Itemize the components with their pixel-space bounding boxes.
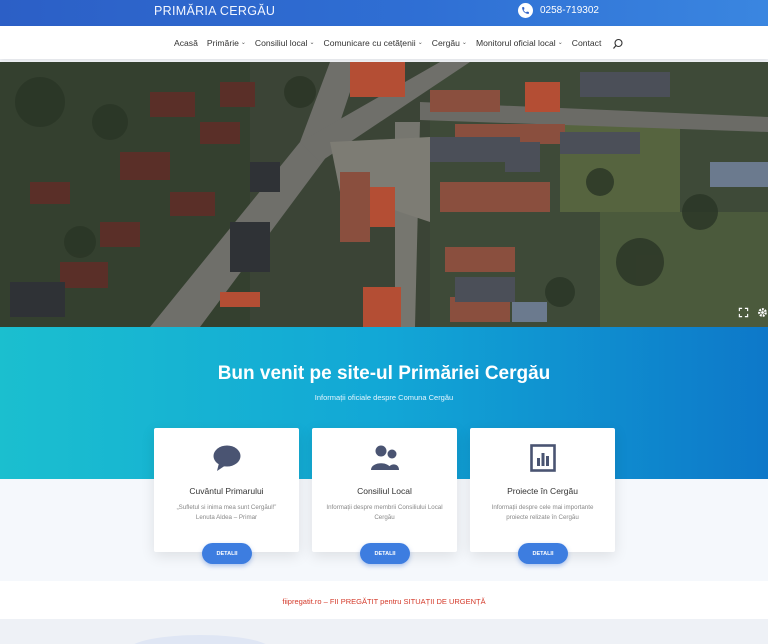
phone-number: 0258-719302	[540, 5, 599, 16]
nav-items: Acasă Primărie ⌄ Consiliul local ⌄ Comunic…	[174, 26, 624, 59]
card-consiliul-local: Consiliul Local Informații despre membri…	[312, 428, 457, 564]
gear-icon[interactable]	[757, 305, 768, 323]
search-icon[interactable]	[612, 37, 624, 49]
card-proiecte: Proiecte în Cergău Informații despre cel…	[470, 428, 615, 564]
chevron-down-icon: ⌄	[417, 40, 423, 46]
nav-item-label: Monitorul oficial local	[475, 37, 556, 48]
nav-item-cergau[interactable]: Cergău ⌄	[432, 38, 467, 48]
card-text: Informații despre membrii Consiliului Lo…	[326, 504, 443, 521]
nav-item-label: Primărie	[206, 37, 239, 48]
nav-item-contact[interactable]: Contact	[572, 38, 602, 48]
card-title: Cuvântul Primarului	[189, 486, 264, 496]
emergency-notice-link[interactable]: fiipregatit.ro – FII PREGĂTIT pentru SIT…	[0, 597, 768, 606]
card-text: „Sufletul si inima mea sunt Cergăul!” Le…	[164, 503, 289, 523]
card-author: Lenuta Aldea – Primar	[195, 514, 258, 521]
nav-item-label: Contact	[571, 37, 602, 48]
nav-item-label: Consiliul local	[254, 37, 308, 48]
decorative-shape	[134, 635, 266, 644]
nav-item-comunicare[interactable]: Comunicare cu cetățenii ⌄	[324, 38, 423, 48]
site-title[interactable]: PRIMĂRIA CERGĂU	[154, 4, 275, 18]
chevron-down-icon: ⌄	[461, 40, 467, 46]
card-cuvantul-primarului: Cuvântul Primarului „Sufletul si inima m…	[154, 428, 299, 564]
chevron-down-icon: ⌄	[557, 40, 563, 46]
chevron-down-icon: ⌄	[309, 40, 315, 46]
welcome-title: Bun venit pe site-ul Primăriei Cergău	[217, 363, 551, 384]
nav-item-consiliul-local[interactable]: Consiliul local ⌄	[255, 38, 315, 48]
hero-aerial-image	[0, 62, 768, 327]
main-navigation: Acasă Primărie ⌄ Consiliul local ⌄ Comunic…	[0, 26, 768, 59]
top-bar: PRIMĂRIA CERGĂU 0258-719302	[0, 0, 768, 26]
nav-item-acasa[interactable]: Acasă	[174, 38, 198, 48]
details-button[interactable]: DETALII	[202, 543, 252, 564]
nav-item-primarie[interactable]: Primărie ⌄	[207, 38, 246, 48]
bar-chart-icon	[470, 444, 615, 476]
fullscreen-icon[interactable]	[738, 305, 749, 323]
card-quote: „Sufletul si inima mea sunt Cergăul!”	[176, 504, 277, 511]
card-title: Consiliul Local	[357, 486, 412, 496]
phone-icon	[518, 3, 533, 18]
welcome-subtitle: Informații oficiale despre Comuna Cergău	[314, 393, 454, 402]
card-text: Informații despre cele mai importante pr…	[491, 504, 594, 521]
next-section-preview	[0, 619, 768, 644]
details-button[interactable]: DETALII	[518, 543, 568, 564]
details-button[interactable]: DETALII	[360, 543, 410, 564]
chevron-down-icon: ⌄	[240, 40, 246, 46]
card-title: Proiecte în Cergău	[507, 486, 578, 496]
nav-item-monitorul[interactable]: Monitorul oficial local ⌄	[476, 38, 563, 48]
speech-bubble-icon	[154, 444, 299, 476]
nav-item-label: Cergău	[431, 37, 460, 48]
hero-controls	[738, 305, 768, 323]
aerial-village-photo	[0, 62, 768, 327]
nav-item-label: Comunicare cu cetățenii	[323, 37, 416, 48]
phone-contact[interactable]: 0258-719302	[518, 3, 599, 18]
users-icon	[312, 444, 457, 476]
emergency-notice-bar: fiipregatit.ro – FII PREGĂTIT pentru SIT…	[0, 581, 768, 619]
nav-item-label: Acasă	[174, 37, 198, 48]
